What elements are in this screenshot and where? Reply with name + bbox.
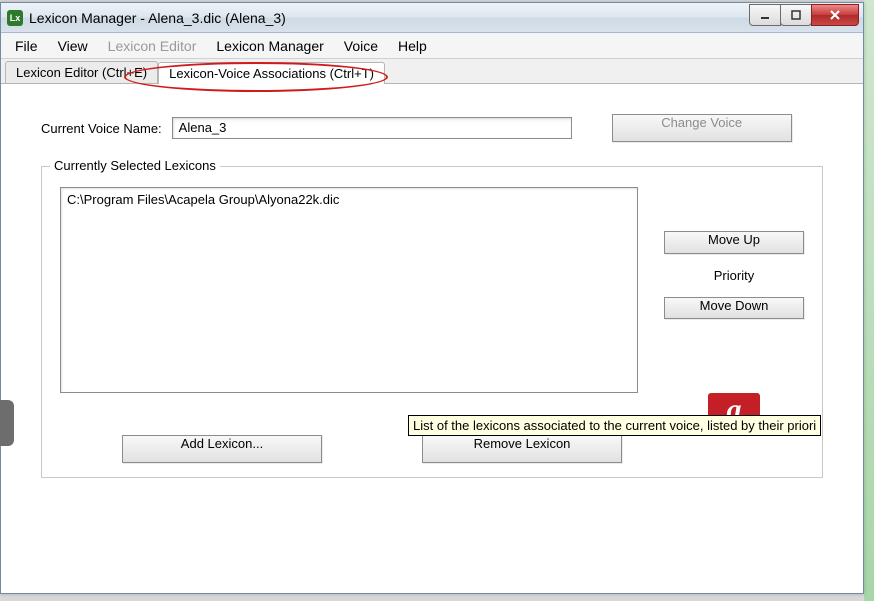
menu-lexicon-editor: Lexicon Editor [98, 35, 207, 57]
menu-view[interactable]: View [48, 35, 98, 57]
tab-panel: Current Voice Name: Alena_3 Change Voice… [1, 83, 863, 593]
tabstrip: Lexicon Editor (Ctrl+E) Lexicon-Voice As… [1, 59, 863, 83]
tooltip: List of the lexicons associated to the c… [408, 415, 821, 436]
voice-label: Current Voice Name: [41, 121, 162, 136]
voice-name-field[interactable]: Alena_3 [172, 117, 572, 139]
list-item[interactable]: C:\Program Files\Acapela Group\Alyona22k… [67, 192, 631, 207]
change-voice-button[interactable]: Change Voice [612, 114, 792, 142]
menu-help[interactable]: Help [388, 35, 437, 57]
menu-voice[interactable]: Voice [334, 35, 388, 57]
tab-voice-associations[interactable]: Lexicon-Voice Associations (Ctrl+T) [158, 62, 385, 84]
remove-lexicon-button[interactable]: Remove Lexicon [422, 435, 622, 463]
tab-lexicon-editor[interactable]: Lexicon Editor (Ctrl+E) [5, 61, 158, 83]
close-button[interactable] [811, 4, 859, 26]
voice-row: Current Voice Name: Alena_3 Change Voice [41, 114, 823, 142]
titlebar: Lx Lexicon Manager - Alena_3.dic (Alena_… [1, 3, 863, 33]
move-up-button[interactable]: Move Up [664, 231, 804, 254]
priority-label: Priority [714, 268, 754, 283]
move-down-button[interactable]: Move Down [664, 297, 804, 320]
menu-lexicon-manager[interactable]: Lexicon Manager [206, 35, 333, 57]
window-title: Lexicon Manager - Alena_3.dic (Alena_3) [29, 10, 744, 26]
minimize-button[interactable] [749, 4, 781, 26]
menubar: File View Lexicon Editor Lexicon Manager… [1, 33, 863, 59]
maximize-button[interactable] [780, 4, 812, 26]
app-icon: Lx [7, 10, 23, 26]
add-lexicon-button[interactable]: Add Lexicon... [122, 435, 322, 463]
group-legend: Currently Selected Lexicons [50, 158, 220, 173]
app-window: Lx Lexicon Manager - Alena_3.dic (Alena_… [0, 2, 864, 594]
lexicon-listbox[interactable]: C:\Program Files\Acapela Group\Alyona22k… [60, 187, 638, 393]
menu-file[interactable]: File [5, 35, 48, 57]
